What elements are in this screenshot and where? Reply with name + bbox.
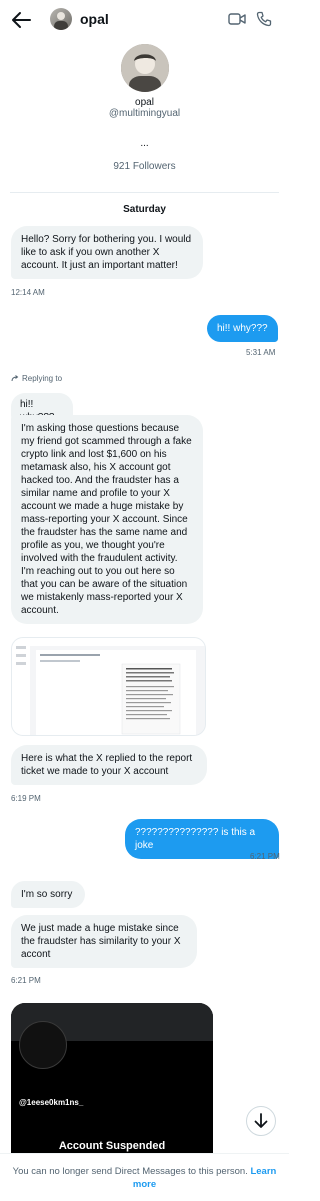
message-timestamp: 12:14 AM — [11, 288, 45, 297]
message-bubble-outgoing[interactable]: hi!! why??? — [207, 315, 278, 342]
message-timestamp: 5:31 AM — [246, 348, 276, 357]
header-name[interactable]: opal — [80, 11, 109, 27]
dm-disabled-footer: You can no longer send Direct Messages t… — [0, 1153, 289, 1201]
media-title: Account Suspended — [58, 1140, 166, 1152]
phone-icon[interactable] — [256, 11, 272, 27]
footer-text: You can no longer send Direct Messages t… — [12, 1166, 248, 1177]
profile-followers[interactable]: 921 Followers — [0, 161, 289, 172]
arrow-left-icon[interactable] — [10, 10, 32, 30]
profile-handle[interactable]: @multimingyual — [0, 108, 289, 119]
scroll-down-button[interactable] — [246, 1106, 276, 1136]
message-timestamp: 6:21 PM — [250, 852, 280, 861]
header-avatar[interactable] — [50, 8, 72, 30]
footer-notice: You can no longer send Direct Messages t… — [10, 1165, 279, 1191]
message-bubble-incoming[interactable]: We just made a huge mistake since the fr… — [11, 915, 197, 968]
profile-name: opal — [135, 97, 154, 108]
date-separator: Saturday — [123, 204, 166, 215]
message-timestamp: 6:19 PM — [11, 794, 41, 803]
message-bubble-incoming[interactable]: Hello? Sorry for bothering you. I would … — [11, 226, 203, 279]
media-avatar — [19, 1021, 67, 1069]
message-timestamp: 6:21 PM — [11, 976, 41, 985]
attachment-image[interactable] — [11, 637, 206, 736]
message-bubble-incoming[interactable]: I'm asking those questions because my fr… — [11, 415, 203, 624]
media-handle: @1eese0km1ns_ — [19, 1098, 84, 1107]
divider — [10, 192, 279, 193]
profile-avatar[interactable] — [121, 44, 169, 92]
message-bubble-incoming[interactable]: I'm so sorry — [11, 881, 85, 908]
video-camera-icon[interactable] — [228, 11, 246, 27]
replying-to-label: Replying to — [22, 374, 63, 383]
arrow-down-icon — [254, 1113, 268, 1128]
profile-dots: ... — [140, 138, 149, 149]
conversation-header: opal — [0, 0, 289, 40]
message-bubble-incoming[interactable]: Here is what the X replied to the report… — [11, 745, 207, 785]
reply-arrow-icon — [11, 375, 19, 382]
